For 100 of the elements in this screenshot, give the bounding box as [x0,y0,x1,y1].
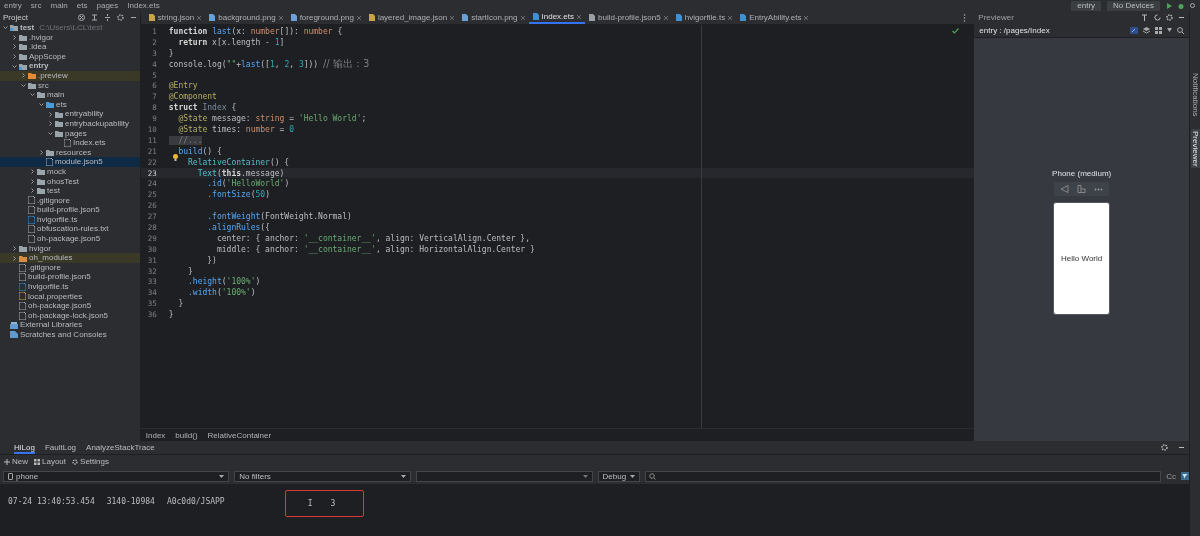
toolbar-button[interactable]: New [4,457,28,466]
tree-item[interactable]: test C:\Users\LCL\test [0,23,140,33]
match-case-toggle[interactable]: Cc [1166,471,1176,481]
tree-item[interactable]: oh_modules [0,253,140,263]
search-field[interactable] [645,470,1162,482]
breadcrumb-item[interactable]: Index.ets [127,1,160,10]
editor-tab[interactable]: string.json [144,11,206,24]
tree-item[interactable]: Index.ets [0,138,140,148]
refresh-icon[interactable] [1154,13,1161,21]
lightbulb-icon[interactable] [172,153,178,161]
chevron-icon[interactable] [30,92,35,98]
tree-item[interactable]: entry [0,61,140,71]
chevron-icon[interactable] [30,169,35,175]
chevron-icon[interactable] [12,54,17,60]
tree-item[interactable]: Scratches and Consoles [0,330,140,340]
close-icon[interactable] [356,15,361,20]
project-view-dropdown[interactable]: Project [3,12,28,22]
run-config-dropdown[interactable]: entry [1071,0,1102,11]
panel-tab[interactable]: FaultLog [44,441,77,454]
expand-all-icon[interactable] [90,13,98,21]
chevron-icon[interactable] [39,150,44,155]
locate-icon[interactable] [77,13,85,21]
chevron-icon[interactable] [48,121,53,127]
breadcrumb-item[interactable]: Index [145,430,166,440]
side-tab[interactable]: Previewer [1190,128,1200,169]
chevron-icon[interactable] [12,44,17,50]
editor-tab[interactable]: background.png [205,11,287,24]
more-icon[interactable] [963,13,967,22]
zoom-in-icon[interactable] [1177,26,1184,34]
tree-item[interactable]: src [0,80,140,91]
font-icon[interactable] [1142,13,1149,21]
breadcrumb-item[interactable]: build() [175,430,198,440]
close-icon[interactable] [804,15,809,20]
filter-dropdown[interactable]: No filters [234,470,411,482]
chevron-icon[interactable] [12,255,17,261]
close-icon[interactable] [197,15,202,20]
chevron-icon[interactable] [48,130,53,136]
editor-tab[interactable]: hvigorfile.ts [671,11,737,24]
chevron-icon[interactable] [30,188,35,194]
tree-item[interactable]: resources [0,147,140,158]
tree-item[interactable]: obfuscation-rules.txt [0,224,140,235]
tree-item[interactable]: .preview [0,70,140,81]
settings-icon[interactable] [1166,13,1173,21]
tree-item[interactable]: entrybackupability [0,118,140,129]
breadcrumb-item[interactable]: ets [76,1,88,10]
tree-item[interactable]: main [0,90,140,100]
tree-item[interactable]: .gitignore [0,195,140,206]
close-icon[interactable] [663,15,668,20]
breadcrumb-item[interactable]: RelativeContainer [207,430,272,440]
settings-icon[interactable] [116,13,124,21]
inspector-icon[interactable] [1130,26,1138,34]
tree-item[interactable]: build-profile.json5 [0,272,140,283]
chevron-icon[interactable] [21,73,26,79]
tree-item[interactable]: oh-package.json5 [0,234,140,244]
collapse-all-icon[interactable] [103,13,111,21]
close-icon[interactable] [728,15,733,20]
tree-item[interactable]: hvigorfile.ts [0,282,140,292]
search-icon[interactable] [1190,2,1196,9]
toolbar-button[interactable]: Settings [72,457,109,466]
chevron-icon[interactable] [12,245,17,251]
panel-tab[interactable]: HiLog [14,441,35,454]
tree-item[interactable]: module.json5 [0,157,140,167]
panel-tab[interactable]: AnalyzeStackTrace [86,441,155,454]
run-icon[interactable] [1166,2,1172,9]
close-icon[interactable] [520,15,525,20]
close-icon[interactable] [577,14,581,19]
tree-item[interactable]: pages [0,128,140,139]
breadcrumb-item[interactable]: src [30,1,42,10]
tree-item[interactable]: AppScope [0,51,140,62]
caret-icon[interactable] [1167,28,1172,32]
tree-item[interactable]: build-profile.json5 [0,205,140,215]
layers-icon[interactable] [1143,26,1150,34]
chevron-icon[interactable] [12,63,17,69]
tree-item[interactable]: .hvigor [0,32,140,43]
toolbar-button[interactable]: Layout [34,457,67,466]
settings-icon[interactable] [1161,444,1168,451]
tree-item[interactable]: local.properties [0,291,140,302]
grid-icon[interactable] [1155,26,1162,34]
tree-item[interactable]: test [0,186,140,196]
device-dropdown[interactable]: phone [3,470,230,482]
chevron-icon[interactable] [48,111,53,117]
filter-icon[interactable] [1181,472,1189,480]
minimize-icon[interactable] [1178,444,1185,451]
editor-tab[interactable]: EntryAbility.ets [736,11,813,24]
editor-tab[interactable]: layered_image.json [364,11,459,24]
log-level-dropdown[interactable]: Debug [597,470,641,482]
rotate-icon[interactable] [1077,185,1087,193]
tree-item[interactable]: hvigorfile.ts [0,214,140,225]
editor-tab[interactable]: build-profile.json5 [585,11,672,24]
chevron-icon[interactable] [12,34,17,40]
breadcrumb-item[interactable]: entry [4,1,22,10]
tree-item[interactable]: mock [0,166,140,177]
editor-tab[interactable]: foreground.png [286,11,365,24]
chevron-icon[interactable] [21,82,26,88]
tree-item[interactable]: .idea [0,42,140,52]
breadcrumb-item[interactable]: main [50,1,68,10]
tree-item[interactable]: External Libraries [0,320,140,330]
tree-item[interactable]: ohosTest [0,176,140,187]
debug-icon[interactable] [1178,2,1184,9]
device-dropdown[interactable]: No Devices [1107,0,1160,11]
